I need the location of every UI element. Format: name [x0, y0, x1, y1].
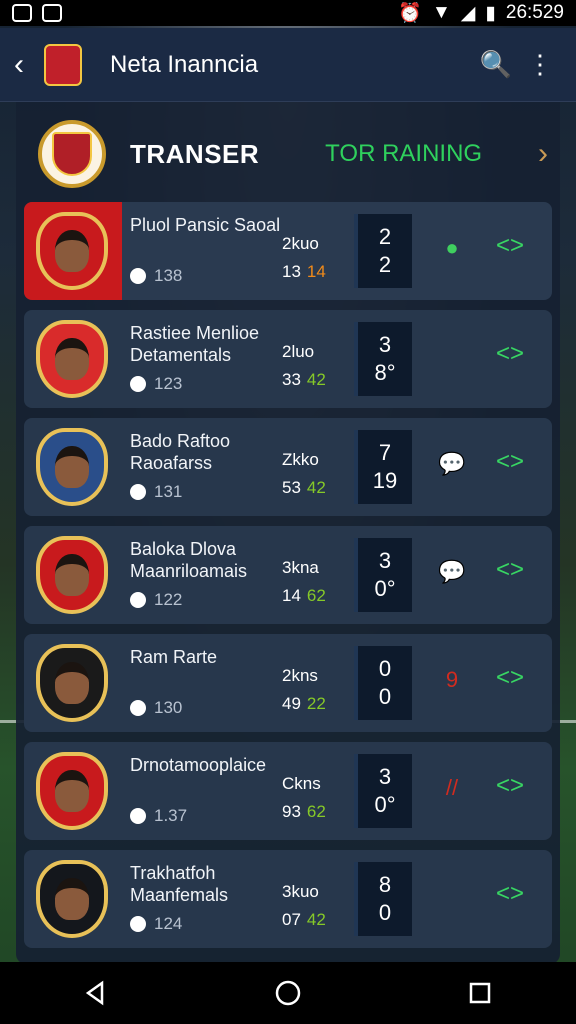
- player-meta: 122: [130, 590, 182, 610]
- status-badge: [438, 340, 466, 372]
- ball-icon: [130, 700, 146, 716]
- player-portrait: [55, 554, 89, 596]
- score-box: 22: [354, 214, 412, 288]
- transfer-tab[interactable]: TRANSER: [130, 139, 259, 170]
- player-name: Drnotamooplaice: [130, 755, 267, 775]
- player-stats: 3kuo 07 42: [282, 882, 326, 929]
- ball-icon: [130, 592, 146, 608]
- swap-arrows-icon[interactable]: <>: [496, 772, 524, 800]
- player-meta: 138: [130, 266, 182, 286]
- home-nav-icon[interactable]: [268, 973, 308, 1013]
- player-card[interactable]: Ram Rarte 130 2kns 49 22 0 0 9 <>: [24, 634, 552, 732]
- clock: 26:529: [505, 2, 564, 23]
- player-portrait: [55, 770, 89, 812]
- score-box: 00: [354, 646, 412, 720]
- player-card[interactable]: Pluol Pansic Saoal 138 2kuo 13 14 2 2 ● <>: [24, 202, 552, 300]
- ball-icon: [130, 484, 146, 500]
- player-card[interactable]: Drnotamooplaice 1.37 Ckns 93 62 3 0° // <>: [24, 742, 552, 840]
- status-badge: //: [445, 775, 459, 800]
- status-badge: 💬: [438, 451, 466, 476]
- player-card[interactable]: Trakhatfoh Maanfemals 124 3kuo 07 42 8 0 <>: [24, 850, 552, 948]
- score-box: 3 0°: [354, 754, 412, 828]
- player-name: Baloka Dlova Maanriloamais: [130, 539, 248, 581]
- player-crest: [36, 212, 108, 290]
- player-crest: [36, 752, 108, 830]
- player-card[interactable]: Baloka Dlova Maanriloamais 122 3kna 14 62 3 0°…: [24, 526, 552, 624]
- player-name: Rastiee Menlioe Detamentals: [130, 323, 260, 365]
- ball-icon: [130, 268, 146, 284]
- app-bar: ‹ Neta Inanncia 🔍 ⋮: [0, 28, 576, 102]
- player-name: Ram Rarte: [130, 647, 218, 667]
- player-stats: 3kna 14 62: [282, 558, 326, 605]
- player-crest: [36, 320, 108, 398]
- club-logo: [44, 43, 82, 86]
- back-arrow-icon[interactable]: ‹: [14, 48, 38, 82]
- player-meta: 123: [130, 374, 182, 394]
- recents-nav-icon[interactable]: [460, 973, 500, 1013]
- player-portrait: [55, 662, 89, 704]
- club-crest: [38, 120, 106, 188]
- player-stats: 2luo 33 42: [282, 342, 326, 389]
- swap-arrows-icon[interactable]: <>: [496, 880, 524, 908]
- notification-icon: [12, 4, 32, 22]
- system-nav-bar: [0, 962, 576, 1024]
- alarm-icon: ⏰: [398, 3, 422, 24]
- back-nav-icon[interactable]: [76, 973, 116, 1013]
- more-vert-icon[interactable]: ⋮: [518, 43, 562, 87]
- player-crest: [36, 536, 108, 614]
- player-stats: Zkko 53 42: [282, 450, 326, 497]
- player-meta: 1.37: [130, 806, 187, 826]
- player-card[interactable]: Bado Raftoo Raoafarss 131 Zkko 53 42 7 19 💬 <>: [24, 418, 552, 516]
- player-stats: 2kuo 13 14: [282, 234, 326, 281]
- player-portrait: [55, 230, 89, 272]
- swap-arrows-icon[interactable]: <>: [496, 448, 524, 476]
- player-crest: [36, 860, 108, 938]
- chevron-right-icon[interactable]: ›: [538, 137, 548, 171]
- player-meta: 124: [130, 914, 182, 934]
- ball-icon: [130, 916, 146, 932]
- ball-icon: [130, 808, 146, 824]
- status-badge: 💬: [438, 559, 466, 584]
- swap-arrows-icon[interactable]: <>: [496, 340, 524, 368]
- player-name: Trakhatfoh Maanfemals: [130, 863, 229, 905]
- player-name: Bado Raftoo Raoafarss: [130, 431, 231, 473]
- battery-icon: ▮: [485, 2, 496, 24]
- swap-arrows-icon[interactable]: <>: [496, 556, 524, 584]
- app-title: Neta Inanncia: [110, 50, 259, 78]
- player-meta: 131: [130, 482, 182, 502]
- signal-icon: ◢: [460, 2, 476, 24]
- player-crest: [36, 428, 108, 506]
- player-crest: [36, 644, 108, 722]
- player-name: Pluol Pansic Saoal: [130, 215, 281, 235]
- status-bar: ⏰ ▼ ◢ ▮ 26:529: [0, 0, 576, 26]
- top-ranking-tab[interactable]: TOR RAINING: [325, 140, 538, 168]
- wifi-icon: ▼: [431, 2, 451, 23]
- score-box: 3 8°: [354, 322, 412, 396]
- swap-arrows-icon[interactable]: <>: [496, 232, 524, 260]
- player-portrait: [55, 446, 89, 488]
- notification-icon-2: [42, 4, 62, 22]
- panel-header: TRANSER TOR RAINING ›: [38, 116, 548, 192]
- status-badge: 9: [445, 667, 459, 692]
- ranking-panel: TRANSER TOR RAINING › Pluol Pansic Saoal…: [16, 102, 560, 964]
- player-stats: 2kns 49 22: [282, 666, 326, 713]
- ball-icon: [130, 376, 146, 392]
- player-portrait: [55, 338, 89, 380]
- search-icon[interactable]: 🔍: [474, 43, 518, 87]
- status-badge: [438, 880, 466, 912]
- status-badge: ●: [445, 235, 459, 260]
- player-portrait: [55, 878, 89, 920]
- player-stats: Ckns 93 62: [282, 774, 326, 821]
- player-card[interactable]: Rastiee Menlioe Detamentals 123 2luo 33 42 3 8…: [24, 310, 552, 408]
- swap-arrows-icon[interactable]: <>: [496, 664, 524, 692]
- score-box: 7 19: [354, 430, 412, 504]
- score-box: 3 0°: [354, 538, 412, 612]
- player-meta: 130: [130, 698, 182, 718]
- score-box: 80: [354, 862, 412, 936]
